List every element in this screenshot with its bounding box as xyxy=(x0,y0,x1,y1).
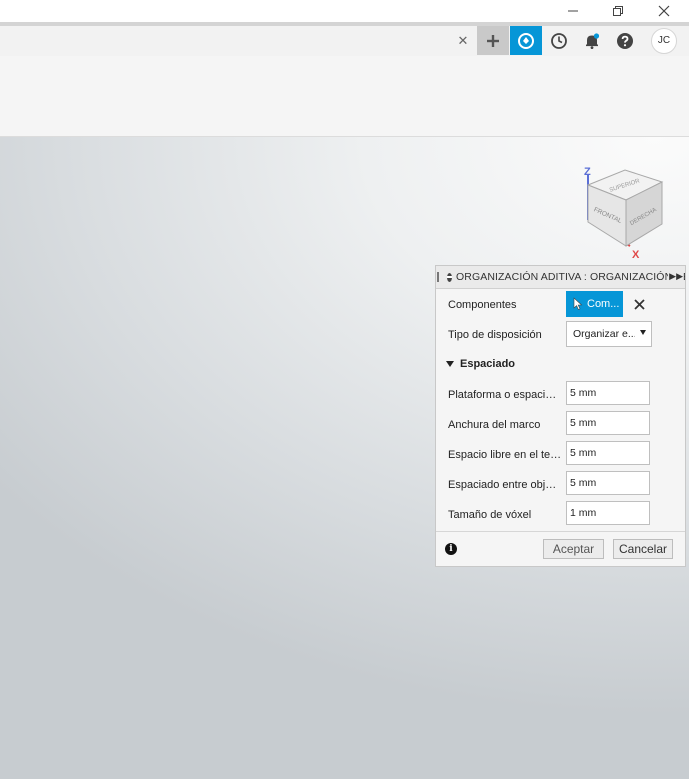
info-button[interactable]: i xyxy=(445,543,457,555)
help-icon xyxy=(617,32,633,49)
dialog-footer-divider xyxy=(436,531,685,532)
clear-selection-button[interactable] xyxy=(632,297,646,311)
voxel-size-label: Tamaño de vóxel xyxy=(448,509,532,521)
plus-icon xyxy=(487,34,499,47)
layout-type-label: Tipo de disposición xyxy=(448,329,542,341)
platform-spacing-input[interactable] xyxy=(566,381,650,405)
object-spacing-label: Espaciado entre objet... xyxy=(448,479,562,491)
restore-icon xyxy=(613,6,623,16)
close-tab-button[interactable]: ✕ xyxy=(448,26,478,55)
ribbon-area xyxy=(0,56,689,137)
close-tab-icon: ✕ xyxy=(457,32,469,48)
voxel-size-input[interactable] xyxy=(566,501,650,525)
notifications-button[interactable] xyxy=(576,26,608,55)
restore-button[interactable] xyxy=(607,2,629,20)
z-axis-label: Z xyxy=(584,166,591,178)
user-account-button[interactable]: JC xyxy=(648,26,680,55)
new-tab-button[interactable] xyxy=(477,26,509,55)
frame-width-label: Anchura del marco xyxy=(448,419,541,431)
dialog-title: ORGANIZACIÓN ADITIVA : ORGANIZACIÓN DE xyxy=(456,271,685,283)
clear-x-icon xyxy=(633,298,645,310)
dialog-header[interactable]: ORGANIZACIÓN ADITIVA : ORGANIZACIÓN DE ▶… xyxy=(436,266,685,289)
components-select-button[interactable]: Com... xyxy=(566,291,623,317)
x-axis-label: X xyxy=(632,249,640,260)
bell-icon xyxy=(586,32,600,49)
frame-width-input[interactable] xyxy=(566,411,650,435)
clock-icon xyxy=(551,32,567,49)
close-icon xyxy=(658,5,670,17)
tab-toolbar-row: ✕ JC xyxy=(0,26,689,56)
drag-handle-icon[interactable] xyxy=(437,272,439,282)
collapse-icon[interactable] xyxy=(447,272,452,282)
close-window-button[interactable] xyxy=(653,2,675,20)
components-button-label: Com... xyxy=(587,298,620,310)
view-cube[interactable]: SUPERIOR FRONTAL DERECHA Z X xyxy=(578,160,678,261)
minimize-button[interactable] xyxy=(562,2,584,20)
minimize-icon xyxy=(568,10,578,12)
spacing-section-title: Espaciado xyxy=(460,358,516,370)
avatar: JC xyxy=(651,27,677,54)
platform-spacing-label: Plataforma o espacio ... xyxy=(448,389,562,401)
avatar-initials: JC xyxy=(657,35,671,46)
job-status-button[interactable] xyxy=(543,26,575,55)
cancel-button[interactable]: Cancelar xyxy=(613,539,673,559)
expand-dialog-icon[interactable]: ▶▶ xyxy=(668,271,683,282)
ceiling-clearance-input[interactable] xyxy=(566,441,650,465)
layout-type-dropdown[interactable]: Organizar e... xyxy=(566,321,652,347)
spacing-section-header[interactable]: Espaciado xyxy=(446,358,515,370)
extensions-button[interactable] xyxy=(510,26,542,55)
extensions-icon xyxy=(518,32,534,49)
info-icon: i xyxy=(449,544,453,554)
help-button[interactable] xyxy=(609,26,641,55)
cursor-arrow-icon xyxy=(573,297,583,311)
ok-button[interactable]: Aceptar xyxy=(543,539,604,559)
components-label: Componentes xyxy=(448,299,517,311)
object-spacing-input[interactable] xyxy=(566,471,650,495)
ceiling-clearance-label: Espacio libre en el tec... xyxy=(448,449,562,461)
window-titlebar xyxy=(0,0,689,24)
additive-arrange-dialog: ORGANIZACIÓN ADITIVA : ORGANIZACIÓN DE ▶… xyxy=(435,265,686,567)
dropdown-arrow-icon xyxy=(640,330,646,335)
layout-type-value: Organizar e... xyxy=(573,328,635,340)
section-collapse-icon xyxy=(446,361,454,367)
